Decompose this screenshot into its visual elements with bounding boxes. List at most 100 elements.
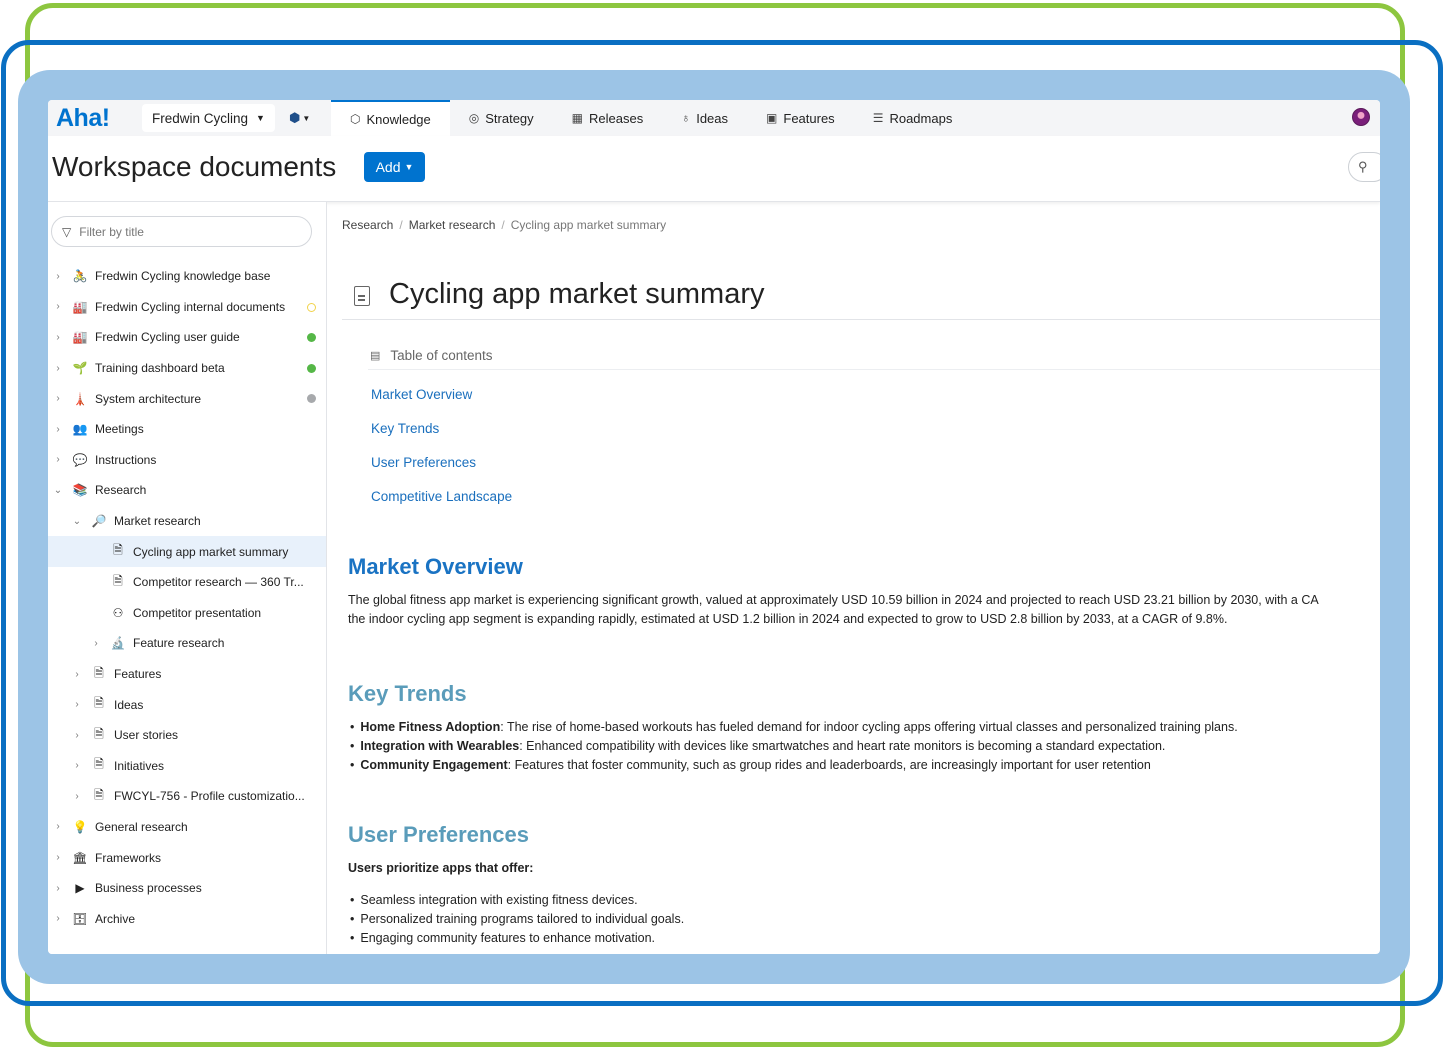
chevron-right-icon[interactable]: › [53, 332, 63, 343]
tree-item[interactable]: 🗎 Cycling app market summary [48, 536, 326, 567]
caret-down-icon: ▼ [404, 162, 414, 172]
chevron-right-icon[interactable]: › [72, 669, 82, 680]
toc-link-market-overview[interactable]: Market Overview [371, 387, 472, 402]
tab-knowledge[interactable]: ⬡ Knowledge [330, 100, 450, 136]
section-heading-market-overview: Market Overview [348, 554, 523, 579]
tree-item[interactable]: › 🗎 Initiatives [48, 751, 326, 782]
document-tree: › 🚴 Fredwin Cycling knowledge base › 🏭 Fredwi… [48, 261, 326, 934]
tree-item[interactable]: › 🗄 Archive [48, 903, 326, 934]
tree-item[interactable]: › 🚴 Fredwin Cycling knowledge base [48, 261, 326, 292]
tab-releases[interactable]: ▦ Releases [553, 100, 663, 136]
tree-item[interactable]: › ▶ Business processes [48, 873, 326, 904]
search-button[interactable]: ⚲ [1348, 152, 1380, 182]
document-content: Research / Market research / Cycling app mar… [328, 202, 1380, 954]
breadcrumb: Research / Market research / Cycling app mar… [342, 218, 666, 232]
chevron-right-icon[interactable]: › [53, 883, 63, 894]
chevron-right-icon[interactable]: › [53, 821, 63, 832]
chevron-right-icon[interactable]: › [72, 699, 82, 710]
tree-item-label: User stories [114, 728, 179, 743]
chevron-right-icon[interactable]: › [72, 791, 82, 802]
tree-item[interactable]: ⚇ Competitor presentation [48, 598, 326, 629]
add-button[interactable]: Add ▼ [364, 152, 425, 182]
chevron-right-icon[interactable]: › [53, 852, 63, 863]
tree-item-label: Fredwin Cycling internal documents [95, 299, 286, 314]
workspace-selector[interactable]: Fredwin Cycling ▼ [142, 104, 275, 132]
chevron-right-icon[interactable]: › [53, 424, 63, 435]
trend-text: : The rise of home-based workouts has fu… [500, 720, 1238, 734]
chevron-right-icon[interactable]: › [91, 638, 101, 649]
tree-item[interactable]: › 💬 Instructions [48, 445, 326, 476]
tree-item[interactable]: › 🗎 FWCYL-756 - Profile customizatio... [48, 781, 326, 812]
toc-link-key-trends[interactable]: Key Trends [371, 421, 439, 436]
chevron-right-icon[interactable]: › [72, 760, 82, 771]
tab-label: Roadmaps [889, 110, 953, 126]
document-emoji-icon: 📚 [72, 483, 88, 498]
filter-input[interactable]: ▽ Filter by title [51, 216, 312, 247]
strategy-icon: ◎ [468, 111, 480, 125]
chevron-down-icon[interactable]: ⌄ [72, 516, 82, 527]
breadcrumb-separator: / [501, 218, 505, 232]
trend-text: : Features that foster community, such a… [507, 758, 1151, 772]
document-sidebar: ▽ Filter by title › 🚴 Fredwin Cycling know… [48, 202, 327, 954]
chevron-right-icon[interactable]: › [53, 454, 63, 465]
tree-item[interactable]: › 🔬 Feature research [48, 628, 326, 659]
tree-item[interactable]: › 🗎 Features [48, 659, 326, 690]
document-emoji-icon: 🗎 [94, 665, 104, 680]
tree-item[interactable]: ⌄ 📚 Research [48, 475, 326, 506]
document-emoji-icon: 🗎 [94, 696, 104, 711]
document-emoji-icon: 💡 [72, 819, 88, 834]
chevron-right-icon[interactable]: › [53, 271, 63, 282]
chevron-right-icon[interactable]: › [72, 730, 82, 741]
tree-item[interactable]: › 🏭 Fredwin Cycling internal documents [48, 292, 326, 323]
tree-item-label: Business processes [95, 881, 202, 896]
document-emoji-icon: ▶ [75, 881, 85, 896]
status-dot [307, 333, 316, 343]
tree-item-label: FWCYL-756 - Profile customizatio... [114, 789, 305, 804]
toc-link-competitive-landscape[interactable]: Competitive Landscape [371, 489, 512, 504]
status-dot [307, 363, 316, 373]
tree-item-label: Initiatives [114, 758, 165, 773]
tree-item-label: Archive [95, 911, 136, 926]
tree-item-label: Fredwin Cycling knowledge base [95, 269, 271, 284]
tab-roadmaps[interactable]: ☰ Roadmaps [854, 100, 972, 136]
document-emoji-icon: 🏭 [72, 299, 88, 314]
breadcrumb-link[interactable]: Research [342, 218, 393, 232]
tree-item[interactable]: › 🏛 Frameworks [48, 842, 326, 873]
tree-item[interactable]: › 🌱 Training dashboard beta [48, 353, 326, 384]
tree-item[interactable]: › 🗎 User stories [48, 720, 326, 751]
tree-item[interactable]: ⌄ 🔎 Market research [48, 506, 326, 537]
list-item: Home Fitness Adoption: The rise of home-… [360, 718, 1238, 737]
document-emoji-icon: ⚇ [112, 605, 124, 620]
chevron-right-icon[interactable]: › [53, 301, 63, 312]
document-emoji-icon: 🗼 [72, 391, 88, 406]
chevron-down-icon[interactable]: ⌄ [53, 485, 63, 496]
tab-label: Releases [589, 110, 644, 126]
document-emoji-icon: 🏛 [72, 850, 88, 865]
tree-item[interactable]: › 🗎 Ideas [48, 689, 326, 720]
tree-item[interactable]: › 🗼 System architecture [48, 383, 326, 414]
tab-features[interactable]: ▣ Features [747, 100, 854, 136]
toc-link-user-preferences[interactable]: User Preferences [371, 455, 476, 470]
aha-logo[interactable]: Aha! [56, 104, 136, 133]
tab-strategy[interactable]: ◎ Strategy [450, 100, 553, 136]
tree-item[interactable]: › 👥 Meetings [48, 414, 326, 445]
key-trends-list: Home Fitness Adoption: The rise of home-… [360, 718, 1238, 775]
tree-item[interactable]: › 💡 General research [48, 812, 326, 843]
tree-item-label: Competitor research — 360 Tr... [133, 575, 304, 590]
avatar[interactable] [1352, 108, 1370, 126]
workspace-type-button[interactable]: ⬢ ▼ [289, 110, 325, 126]
tab-ideas[interactable]: ♁ Ideas [662, 100, 747, 136]
chevron-right-icon[interactable]: › [53, 363, 63, 374]
document-emoji-icon: 🗄 [72, 911, 88, 926]
document-emoji-icon: 🚴 [72, 269, 88, 284]
knowledge-icon: ⬡ [349, 112, 361, 126]
tree-item[interactable]: 🗎 Competitor research — 360 Tr... [48, 567, 326, 598]
chevron-right-icon[interactable]: › [53, 913, 63, 924]
breadcrumb-link[interactable]: Market research [409, 218, 496, 232]
chevron-right-icon[interactable]: › [53, 393, 63, 404]
document-emoji-icon: 🏭 [72, 330, 88, 345]
tree-item[interactable]: › 🏭 Fredwin Cycling user guide [48, 322, 326, 353]
document-title[interactable]: Cycling app market summary [389, 278, 765, 311]
section-heading-key-trends: Key Trends [348, 681, 467, 706]
user-preferences-lead: Users prioritize apps that offer: [348, 861, 534, 875]
